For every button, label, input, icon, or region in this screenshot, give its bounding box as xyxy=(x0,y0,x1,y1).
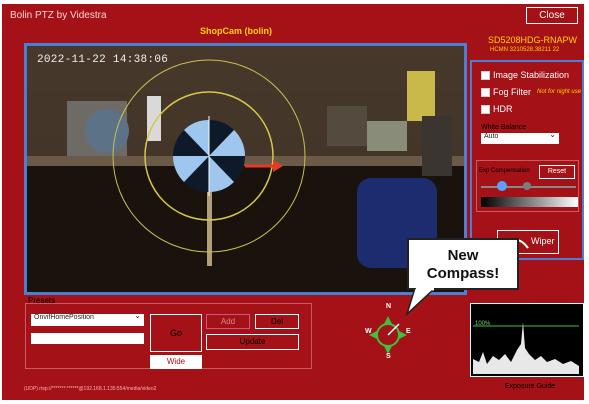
camera-model-sub: HCMN 3210528.38211 22 xyxy=(490,47,560,53)
del-button[interactable]: Del xyxy=(255,314,299,329)
new-compass-callout: New Compass! xyxy=(407,238,519,290)
exp-compensation-label: Exp Compensation xyxy=(479,168,530,174)
fog-filter-note: Not for night use xyxy=(537,89,582,95)
exp-compensation-thumb-secondary[interactable] xyxy=(523,182,531,190)
histogram-graph xyxy=(473,322,579,374)
exposure-histogram: 100% xyxy=(470,303,584,377)
compass-n: N xyxy=(386,303,392,310)
go-button[interactable]: Go xyxy=(150,314,202,352)
preset-name-input[interactable] xyxy=(31,333,144,344)
window-title: Bolin PTZ by Videstra xyxy=(10,10,107,21)
video-feed[interactable]: 2022-11-22 14:38:06 xyxy=(24,43,467,295)
white-balance-label: White Balance xyxy=(481,124,527,131)
reset-button[interactable]: Reset xyxy=(539,165,575,179)
presets-label: Presets xyxy=(28,296,56,305)
compass-s: S xyxy=(386,353,391,360)
stream-url: (UDP) rtsp://*******:******@192.168.1.13… xyxy=(24,386,157,392)
hdr-label: HDR xyxy=(493,104,513,114)
callout-pointer xyxy=(405,288,437,317)
exp-compensation-thumb[interactable] xyxy=(497,181,507,191)
callout-line2: Compass! xyxy=(426,265,500,282)
camera-name: ShopCam (bolin) xyxy=(200,26,272,36)
wide-button[interactable]: Wide xyxy=(150,355,202,369)
fog-filter-label: Fog Filter xyxy=(493,87,532,97)
white-balance-select[interactable]: Auto xyxy=(481,130,559,144)
hdr-checkbox[interactable]: HDR xyxy=(481,104,513,114)
preset-select[interactable]: OnvifHomePosition xyxy=(31,311,144,326)
image-stabilization-checkbox[interactable]: Image Stabilization xyxy=(481,70,569,80)
image-stabilization-label: Image Stabilization xyxy=(493,70,570,80)
close-button[interactable]: Close xyxy=(526,7,578,24)
camera-model: SD5208HDG-RNAPW xyxy=(488,35,578,45)
update-button[interactable]: Update xyxy=(206,334,299,350)
settings-panel: Image Stabilization Fog Filter Not for n… xyxy=(470,60,584,260)
exposure-gradient xyxy=(481,197,578,207)
overlay-compass xyxy=(112,59,306,253)
checkbox-box[interactable] xyxy=(481,104,490,114)
compass-e: E xyxy=(406,328,411,335)
add-button[interactable]: Add xyxy=(206,314,250,329)
video-timestamp: 2022-11-22 14:38:06 xyxy=(37,54,169,66)
exposure-guide-label: Exposure Guide xyxy=(505,383,556,390)
compass-w: W xyxy=(365,328,372,335)
callout-line1: New xyxy=(447,247,479,264)
exp-compensation-group: Exp Compensation Reset xyxy=(476,160,579,212)
checkbox-box[interactable] xyxy=(481,87,490,97)
wiper-label: Wiper xyxy=(531,236,555,246)
checkbox-box[interactable] xyxy=(481,70,490,80)
fog-filter-checkbox[interactable]: Fog Filter Not for night use xyxy=(481,87,581,97)
